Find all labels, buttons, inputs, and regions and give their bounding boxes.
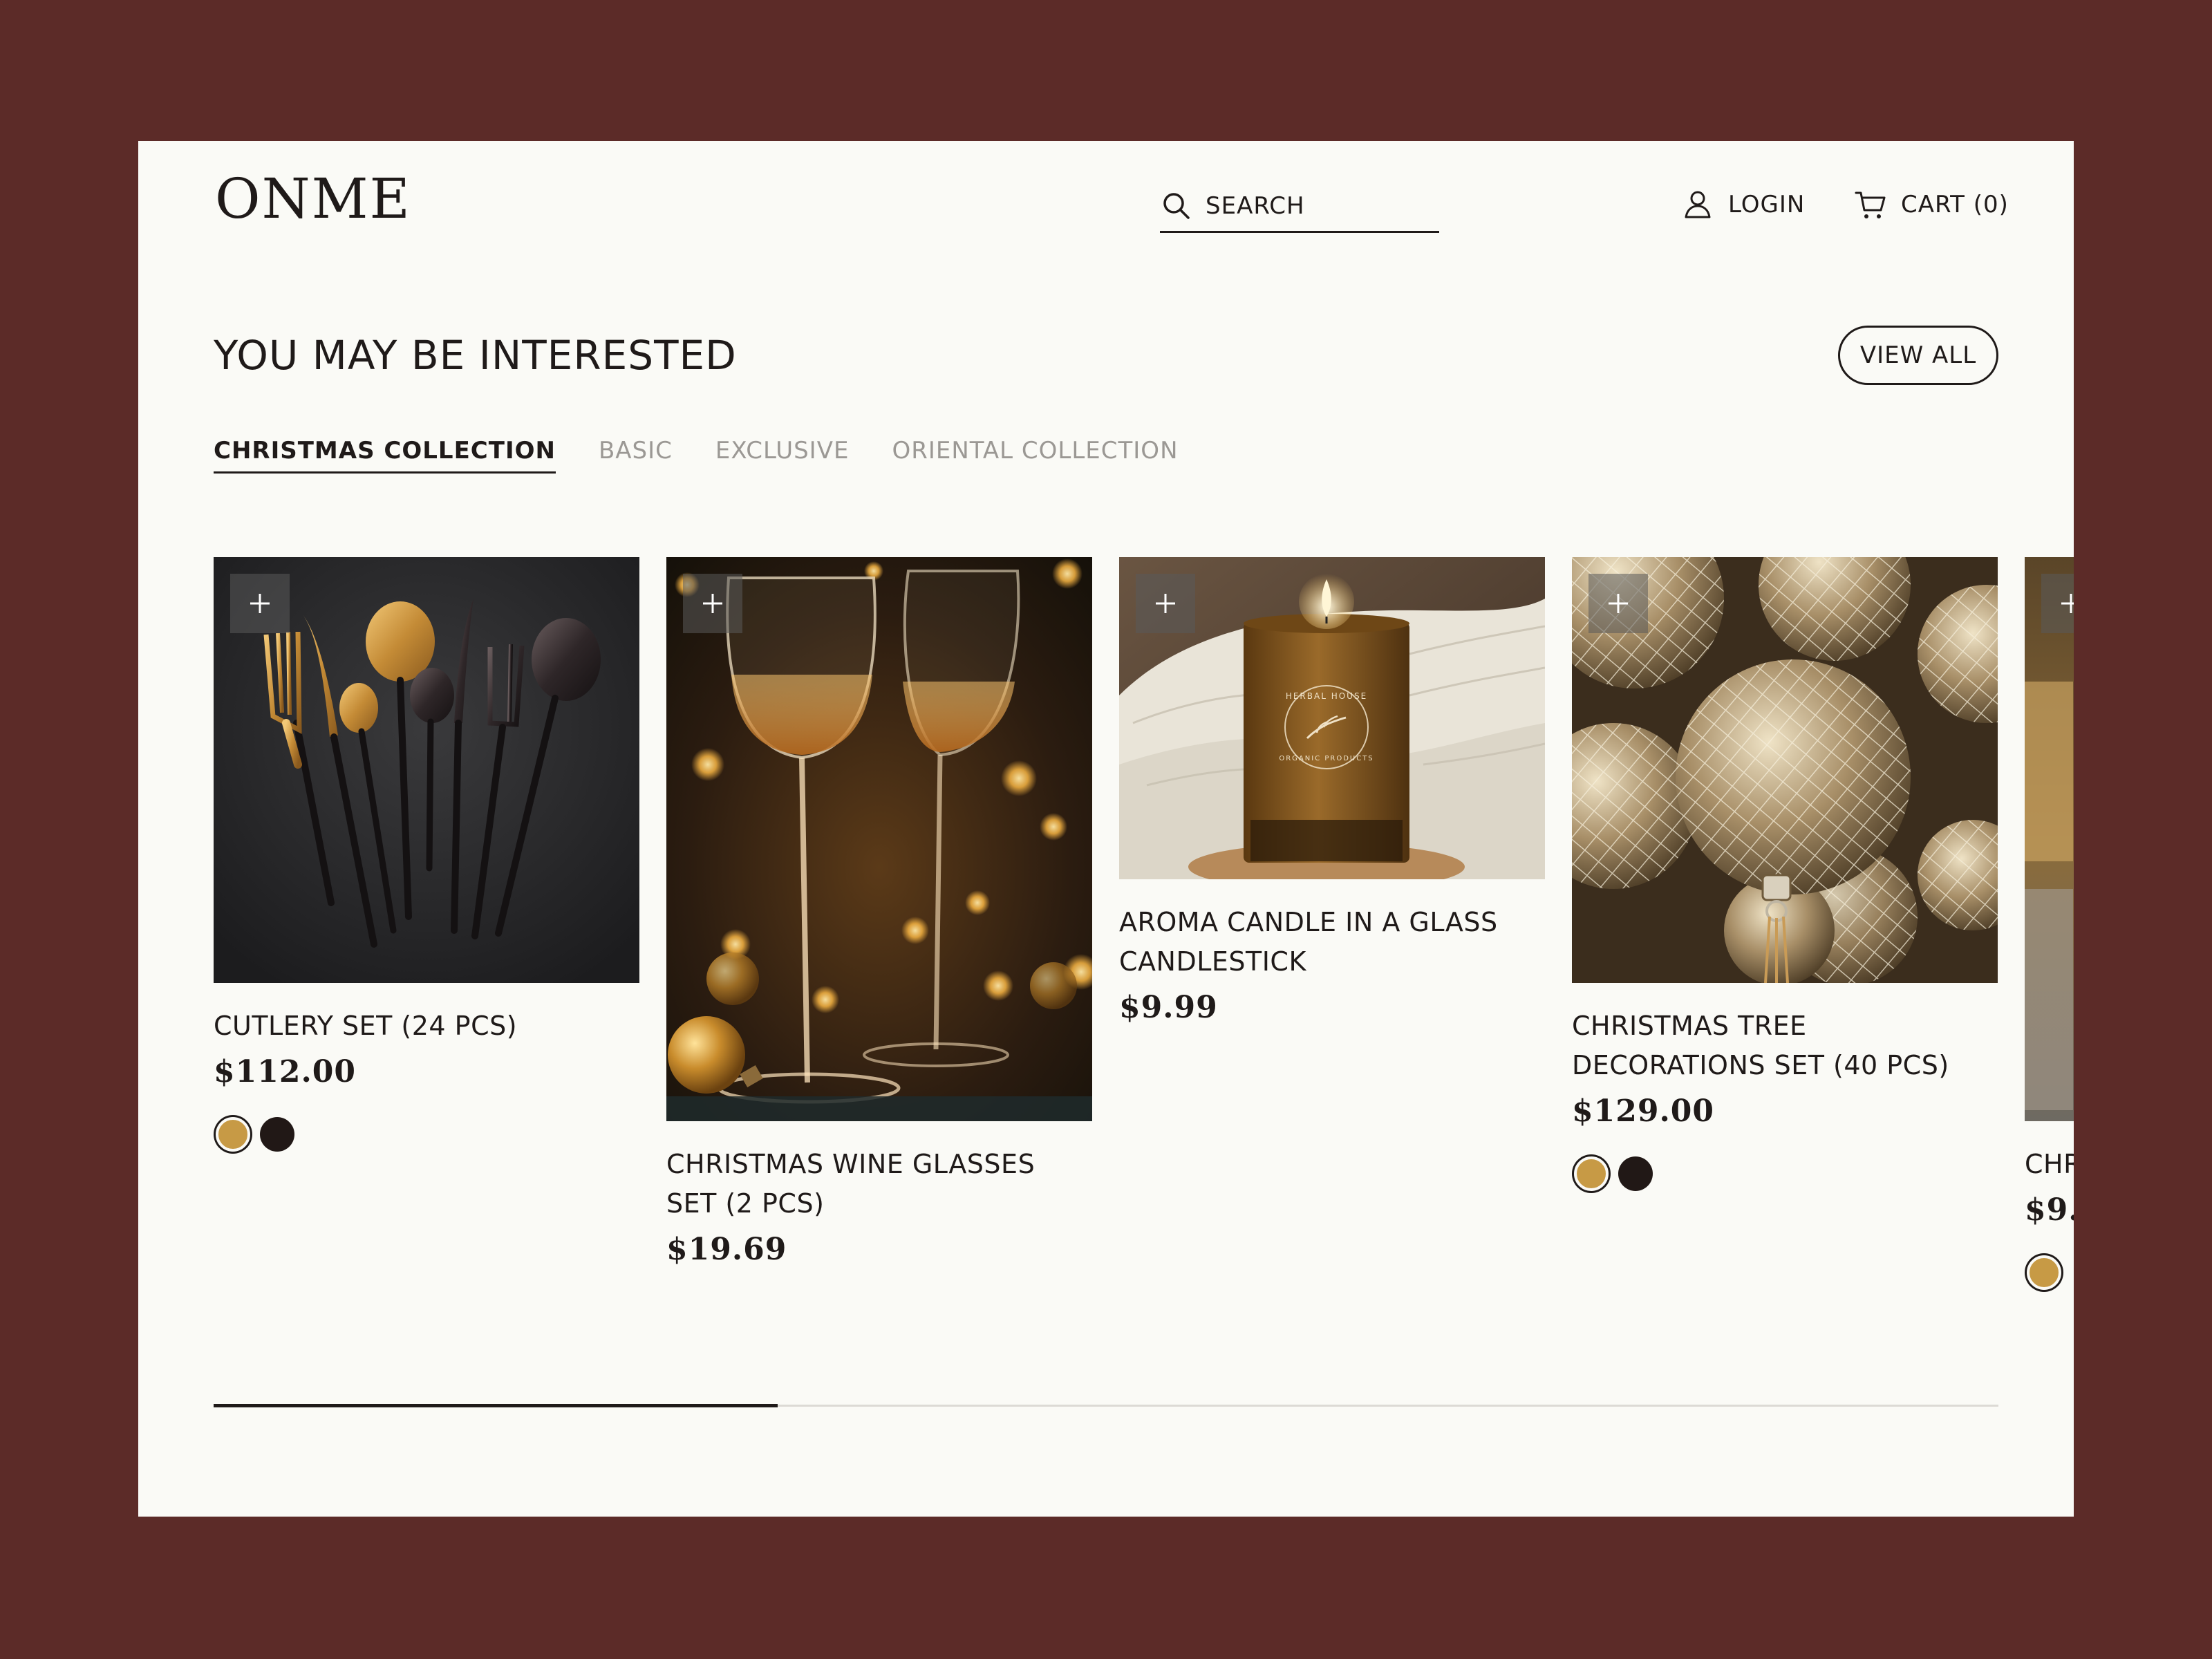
- swatch-black[interactable]: [1618, 1156, 1653, 1191]
- plus-icon: [250, 594, 270, 613]
- swatch-gold[interactable]: [216, 1117, 250, 1152]
- color-swatches: [214, 1117, 639, 1152]
- product-name[interactable]: CUTLERY SET (24 PCS): [214, 1006, 639, 1046]
- add-to-cart-button[interactable]: [230, 574, 290, 633]
- wine-glasses-photo: [666, 557, 1092, 1121]
- color-swatches: [1572, 1156, 1998, 1191]
- section-title: YOU MAY BE INTERESTED: [214, 332, 737, 379]
- tab-basic[interactable]: BASIC: [599, 437, 673, 474]
- cart-icon: [1855, 191, 1886, 218]
- product-name[interactable]: AROMA CANDLE IN A GLASS CANDLESTICK: [1119, 903, 1545, 982]
- product-image-tree-decorations[interactable]: [1572, 557, 1998, 983]
- view-all-button[interactable]: VIEW ALL: [1838, 326, 1998, 385]
- product-card-tree-decorations[interactable]: CHRISTMAS TREE DECORATIONS SET (40 PCS) …: [1572, 557, 1998, 1191]
- add-to-cart-button[interactable]: [2041, 574, 2074, 633]
- product-price: $19.69: [666, 1232, 787, 1267]
- product-price: $9.99: [1119, 990, 1218, 1025]
- product-name[interactable]: CHRISTMAS TREE DECORATIONS SET (40 PCS): [1572, 1006, 1998, 1085]
- carousel-progress-track[interactable]: [214, 1404, 1998, 1407]
- add-to-cart-button[interactable]: [1588, 574, 1648, 633]
- product-card-candle[interactable]: HERBAL HOUSE ORGANIC PRODUCTS AROMA CAND…: [1119, 557, 1545, 1025]
- product-price: $112.00: [214, 1054, 357, 1089]
- tab-exclusive[interactable]: EXCLUSIVE: [715, 437, 850, 474]
- swatch-gold[interactable]: [2027, 1255, 2061, 1290]
- plus-icon: [2061, 594, 2074, 613]
- plus-icon: [703, 594, 722, 613]
- product-price: $129.00: [1572, 1094, 1715, 1129]
- carousel-progress-thumb[interactable]: [214, 1404, 778, 1407]
- product-name[interactable]: CHRISTMAS WINE GLASSES SET (2 PCS): [666, 1145, 1092, 1224]
- tab-oriental-collection[interactable]: ORIENTAL COLLECTION: [892, 437, 1178, 474]
- cart-label: CART (0): [1901, 191, 2009, 218]
- product-image-cutlery[interactable]: [214, 557, 639, 983]
- partial-product-photo: [2025, 557, 2074, 1121]
- page-panel: ONME LOGIN CART (0) YOU MAY BE INTERESTE…: [138, 141, 2074, 1517]
- product-image-candle[interactable]: HERBAL HOUSE ORGANIC PRODUCTS: [1119, 557, 1545, 879]
- plus-icon: [1609, 594, 1628, 613]
- color-swatches: [2025, 1255, 2074, 1290]
- plus-icon: [1156, 594, 1175, 613]
- add-to-cart-button[interactable]: [683, 574, 742, 633]
- cart-link[interactable]: CART (0): [1854, 184, 2009, 225]
- product-name[interactable]: CHR: [2025, 1145, 2074, 1184]
- candle-label-top: HERBAL HOUSE: [1286, 691, 1367, 701]
- product-card-wine-glasses[interactable]: CHRISTMAS WINE GLASSES SET (2 PCS) $19.6…: [666, 557, 1092, 1267]
- search-bar[interactable]: [1160, 181, 1439, 233]
- site-logo[interactable]: ONME: [215, 171, 411, 227]
- add-to-cart-button[interactable]: [1136, 574, 1195, 633]
- tab-christmas-collection[interactable]: CHRISTMAS COLLECTION: [214, 437, 556, 474]
- product-card-partial[interactable]: CHR $9.: [2025, 557, 2074, 1290]
- login-link[interactable]: LOGIN: [1681, 184, 1805, 225]
- candle-label-bottom: ORGANIC PRODUCTS: [1279, 755, 1374, 762]
- product-image-partial[interactable]: [2025, 557, 2074, 1121]
- search-input[interactable]: [1206, 192, 1427, 220]
- product-price: $9.: [2025, 1192, 2074, 1228]
- product-card-cutlery[interactable]: CUTLERY SET (24 PCS) $112.00: [214, 557, 639, 1152]
- swatch-black[interactable]: [260, 1117, 294, 1152]
- swatch-gold[interactable]: [1574, 1156, 1609, 1191]
- collection-tabs: CHRISTMAS COLLECTION BASIC EXCLUSIVE ORI…: [214, 437, 1179, 474]
- user-icon: [1685, 191, 1711, 218]
- search-icon: [1163, 193, 1190, 219]
- product-image-wine-glasses[interactable]: [666, 557, 1092, 1121]
- login-label: LOGIN: [1728, 191, 1806, 218]
